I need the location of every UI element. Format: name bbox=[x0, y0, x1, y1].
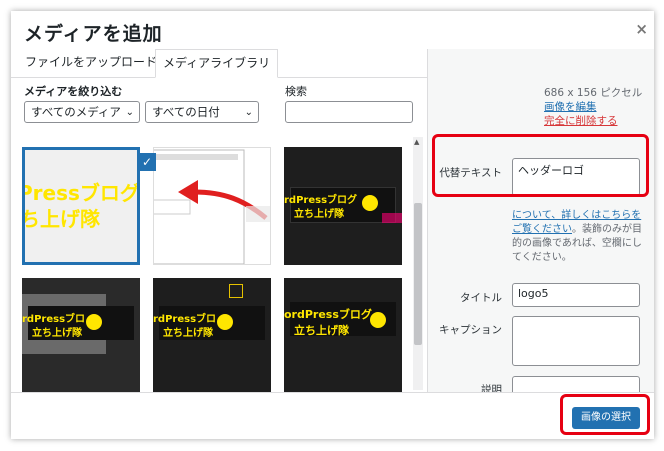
thumb-text-line1: ordPressブログ bbox=[284, 308, 372, 321]
mascot-icon bbox=[360, 193, 380, 213]
mascot-icon bbox=[215, 312, 235, 332]
search-label: 検索 bbox=[285, 85, 307, 98]
delete-permanently-link[interactable]: 完全に削除する bbox=[544, 113, 618, 128]
attachment-thumb[interactable]: rdPressブログ 立ち上げ隊 bbox=[22, 278, 140, 392]
tab-bar: ファイルをアップロード メディアライブラリ bbox=[11, 49, 427, 78]
scroll-up-icon[interactable]: ▲ bbox=[414, 138, 419, 146]
close-icon[interactable]: × bbox=[635, 20, 648, 38]
attachment-thumb[interactable] bbox=[153, 147, 271, 265]
tab-upload[interactable]: ファイルをアップロード bbox=[18, 49, 164, 76]
filter-label: メディアを絞り込む bbox=[24, 85, 123, 98]
attachment-thumb[interactable]: rdPressブログ 立ち上げ隊 bbox=[284, 147, 402, 265]
date-select[interactable]: すべての日付 ⌄ bbox=[145, 101, 259, 123]
thumb-text-line2: 立ち上げ隊 bbox=[294, 209, 344, 220]
attachment-thumb[interactable]: ordPressブログ 立ち上げ隊 bbox=[284, 278, 402, 392]
alt-text-highlight bbox=[432, 134, 649, 197]
modal-title: メディアを追加 bbox=[24, 23, 163, 45]
search-input[interactable] bbox=[285, 101, 413, 123]
thumb-text-line1: rdPressブログ bbox=[284, 195, 358, 206]
chevron-down-icon: ⌄ bbox=[125, 107, 134, 118]
alt-help-text: について、詳しくはこちらをご覧ください。装飾のみが目的の画像であれば、空欄にして… bbox=[512, 209, 642, 265]
check-icon[interactable]: ✓ bbox=[138, 153, 156, 171]
title-label: タイトル bbox=[460, 292, 502, 304]
attachment-details: 686 x 156 ピクセル 画像を編集 完全に削除する 代替テキスト ヘッダー… bbox=[427, 49, 654, 400]
mascot-icon bbox=[84, 312, 104, 332]
media-type-value: すべてのメディア bbox=[31, 105, 121, 119]
sticker bbox=[382, 213, 402, 223]
selection-box bbox=[229, 284, 243, 298]
caption-label: キャプション bbox=[439, 324, 502, 336]
media-type-select[interactable]: すべてのメディア ⌄ bbox=[24, 101, 140, 123]
mascot-icon bbox=[368, 310, 388, 330]
scroll-thumb[interactable] bbox=[414, 203, 422, 345]
chevron-down-icon: ⌄ bbox=[244, 107, 253, 118]
attachments-grid: Pressブログ ち上げ隊 rdPressブログ 立ち上げ隊 rdPressブロ… bbox=[22, 147, 412, 392]
selected-outline bbox=[22, 147, 140, 265]
image-dimensions: 686 x 156 ピクセル bbox=[544, 87, 643, 99]
thumb-text-line2: 立ち上げ隊 bbox=[163, 328, 213, 339]
media-modal: メディアを追加 × ファイルをアップロード メディアライブラリ メディアを絞り込… bbox=[11, 11, 654, 439]
attachment-thumb[interactable]: rdPressブログ 立ち上げ隊 bbox=[153, 278, 271, 392]
thumb-text-line2: 立ち上げ隊 bbox=[32, 328, 82, 339]
date-value: すべての日付 bbox=[152, 105, 220, 119]
title-field[interactable]: logo5 bbox=[512, 283, 640, 307]
modal-footer: 画像の選択 bbox=[11, 392, 654, 439]
caption-field[interactable] bbox=[512, 316, 640, 366]
arrow-graphic-icon bbox=[154, 149, 270, 264]
tab-media-library[interactable]: メディアライブラリ bbox=[155, 49, 279, 78]
thumb-text-line2: 立ち上げ隊 bbox=[294, 324, 349, 337]
edit-image-link[interactable]: 画像を編集 bbox=[544, 99, 597, 114]
select-button-highlight bbox=[560, 394, 650, 435]
